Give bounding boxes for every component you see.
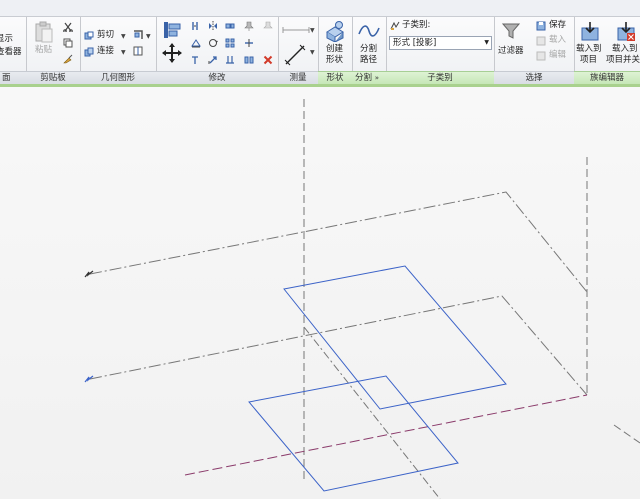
subcategory-dropdown-icon[interactable]: ▼ [484,37,489,49]
cut-dropdown-icon[interactable]: ▼ [121,33,126,40]
create-form-label-2[interactable]: 形状 [326,55,343,66]
subcategory-icon [390,21,400,30]
title-strip [0,0,640,17]
load-into-project-label-2[interactable]: 项目 [580,55,597,66]
trim-multiple-icon[interactable] [225,55,235,65]
measure-distance-icon[interactable] [282,25,310,35]
save-selection-label[interactable]: 保存 [549,20,566,31]
load-and-close-label-2[interactable]: 项目并关 [606,55,640,66]
wall-joins-icon[interactable] [133,30,143,40]
join-geometry-icon[interactable] [84,47,94,57]
divide-path-icon[interactable] [358,22,380,40]
panel-geometry: 剪切 ▼ 连接 ▼ ▼ 几何图形 [80,17,157,84]
dimension-dropdown-icon[interactable]: ▼ [310,49,315,56]
geometry-dropdown-icon[interactable]: ▼ [146,33,151,40]
create-form-icon[interactable] [324,20,346,42]
viewport-background [0,87,640,499]
subcategory-label: 子类别: [402,20,431,30]
filter-icon[interactable] [502,22,520,40]
load-into-project-icon[interactable] [580,22,600,42]
panel-form: 创建 形状 形状 [318,17,353,84]
save-selection-icon[interactable] [536,21,546,31]
delete-icon[interactable] [263,55,273,65]
load-and-close-label-1[interactable]: 载入到 [612,44,638,55]
pin-icon[interactable] [244,21,254,31]
measure-dropdown-icon[interactable]: ▼ [310,27,315,34]
subcategory-select[interactable]: 形式 [投影] ▼ [389,36,492,50]
panel-modify: 修改 [156,17,279,84]
join-geometry-label[interactable]: 连接 [97,46,114,57]
panel-title-subcategory: 子类别 [386,71,494,84]
filter-button-label[interactable]: 过滤器 [498,46,524,57]
show-button-label[interactable]: 显示 [0,34,13,45]
copy-modify-icon[interactable] [225,21,235,31]
copy-array-icon[interactable] [244,55,254,65]
panel-clipboard: 粘贴 剪贴板 [26,17,81,84]
load-into-project-label-1[interactable]: 载入到 [576,44,602,55]
divide-path-label-2[interactable]: 路径 [360,55,377,66]
scale-icon[interactable] [208,55,218,65]
divide-path-label-1[interactable]: 分割 [360,44,377,55]
mirror-pick-axis-icon[interactable] [208,21,218,31]
array-icon[interactable] [225,38,235,48]
panel-title-modify: 修改 [156,71,278,84]
panel-title-view: 面 [0,71,26,84]
panel-measure: ▼ ▼ 测量 [278,17,319,84]
trim-single-icon[interactable] [191,55,201,65]
edit-selection-icon[interactable] [536,51,546,61]
align-icon[interactable] [162,20,182,40]
panel-title-clipboard: 剪贴板 [26,71,80,84]
load-and-close-icon[interactable] [616,22,636,42]
panel-title-measure: 测量 [278,71,318,84]
drawing-viewport[interactable] [0,87,640,499]
panel-view: 显示 查看器 面 [0,17,27,84]
panel-title-split-label: 分割 [355,73,373,83]
create-form-label-1[interactable]: 创建 [326,44,343,55]
paste-button-label[interactable]: 粘贴 [35,45,52,56]
panel-title-split: 分割 » [352,71,386,84]
split-face-icon[interactable] [133,46,143,56]
rotate-icon[interactable] [208,38,218,48]
cut-geometry-icon[interactable] [84,31,94,41]
edit-selection-label[interactable]: 编辑 [549,50,566,61]
unpin-icon[interactable] [263,21,273,31]
join-dropdown-icon[interactable]: ▼ [121,49,126,56]
panel-expand-icon[interactable]: » [375,74,379,82]
viewer-button-label[interactable]: 查看器 [0,47,22,58]
panel-select: 过滤器 保存 载入 编辑 选择 [494,17,575,84]
trim-extend-icon[interactable] [191,38,201,48]
load-selection-label[interactable]: 载入 [549,35,566,46]
load-selection-icon[interactable] [536,36,546,46]
move-icon[interactable] [162,43,182,63]
dimension-icon[interactable] [284,44,306,66]
cut-scissors-icon[interactable] [63,22,73,32]
match-properties-icon[interactable] [63,54,73,64]
panel-title-family-editor: 族编辑器 [574,71,640,84]
copy-icon[interactable] [63,38,73,48]
ribbon: 显示 查看器 面 粘贴 剪贴板 剪切 ▼ 连接 ▼ ▼ 几何图形 修改 ▼ ▼ … [0,17,640,84]
panel-title-form: 形状 [318,71,352,84]
cut-geometry-label[interactable]: 剪切 [97,30,114,41]
panel-subcategory: 子类别: 形式 [投影] ▼ 子类别 [386,17,495,84]
panel-family-editor: 载入到 项目 载入到 项目并关 族编辑器 [574,17,640,84]
panel-title-geometry: 几何图形 [80,71,156,84]
subcategory-value: 形式 [投影] [393,38,437,48]
panel-title-select: 选择 [494,71,574,84]
panel-split: 分割 路径 分割 » [352,17,387,84]
split-element-icon[interactable] [244,38,254,48]
paste-icon[interactable] [34,21,54,43]
offset-icon[interactable] [191,21,201,31]
